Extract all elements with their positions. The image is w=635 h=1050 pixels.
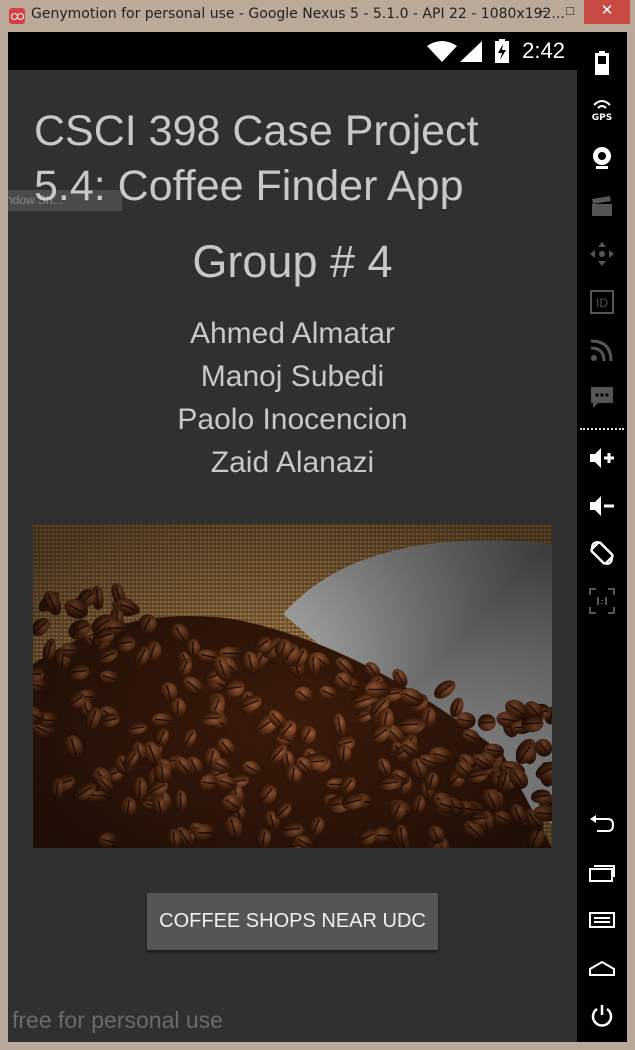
sms-icon[interactable] — [577, 380, 627, 416]
volume-down-icon[interactable] — [577, 488, 627, 524]
member-name: Paolo Inocencion — [177, 403, 408, 436]
member-list: Ahmed Almatar Manoj Subedi Paolo Inocenc… — [8, 312, 577, 484]
window-title: Genymotion for personal use - Google Nex… — [31, 6, 565, 22]
recent-apps-icon[interactable] — [577, 854, 627, 890]
status-bar: 2:42 — [8, 32, 577, 70]
home-icon[interactable] — [577, 950, 627, 986]
webcam-icon[interactable] — [577, 140, 627, 176]
app-title: CSCI 398 Case Project 5.4: Coffee Finder… — [34, 107, 479, 210]
battery-charging-icon — [495, 39, 509, 63]
gps-icon[interactable]: GPS — [577, 92, 627, 128]
sidebar-divider — [580, 428, 624, 430]
close-button[interactable]: ✕ — [584, 0, 630, 24]
coffee-shops-near-udc-button[interactable]: COFFEE SHOPS NEAR UDC — [147, 893, 438, 950]
rss-icon[interactable] — [577, 332, 627, 368]
id-label: ID — [596, 296, 608, 310]
device-screen: 2:42 ndow Sh... CSCI 398 Case Project 5.… — [8, 32, 577, 1042]
dpad-icon[interactable] — [577, 236, 627, 272]
genymotion-sidebar: GPS ID — [577, 32, 627, 1042]
id-icon[interactable]: ID — [577, 284, 627, 320]
volume-up-icon[interactable] — [577, 440, 627, 476]
watermark-text: free for personal use — [12, 1007, 223, 1033]
rotate-icon[interactable] — [577, 535, 627, 571]
minimize-button[interactable]: – — [530, 0, 556, 24]
maximize-button[interactable]: □ — [557, 0, 583, 24]
power-icon[interactable] — [577, 998, 627, 1034]
member-name: Zaid Alanazi — [210, 446, 375, 479]
genymotion-logo-icon — [9, 8, 25, 24]
member-name: Ahmed Almatar — [189, 317, 396, 350]
back-icon[interactable] — [577, 806, 627, 842]
window-titlebar: Genymotion for personal use - Google Nex… — [0, 0, 635, 32]
member-name: Manoj Subedi — [200, 360, 385, 393]
group-heading: Group # 4 — [192, 236, 393, 287]
pixel-perfect-icon[interactable] — [577, 583, 627, 619]
clapperboard-icon[interactable] — [577, 188, 627, 224]
gps-label: GPS — [592, 113, 612, 122]
menu-icon[interactable] — [577, 902, 627, 938]
signal-icon — [460, 41, 482, 62]
coffee-beans-image — [33, 524, 552, 848]
status-time: 2:42 — [522, 38, 565, 63]
battery-icon[interactable] — [577, 45, 627, 81]
wifi-icon — [427, 41, 457, 62]
